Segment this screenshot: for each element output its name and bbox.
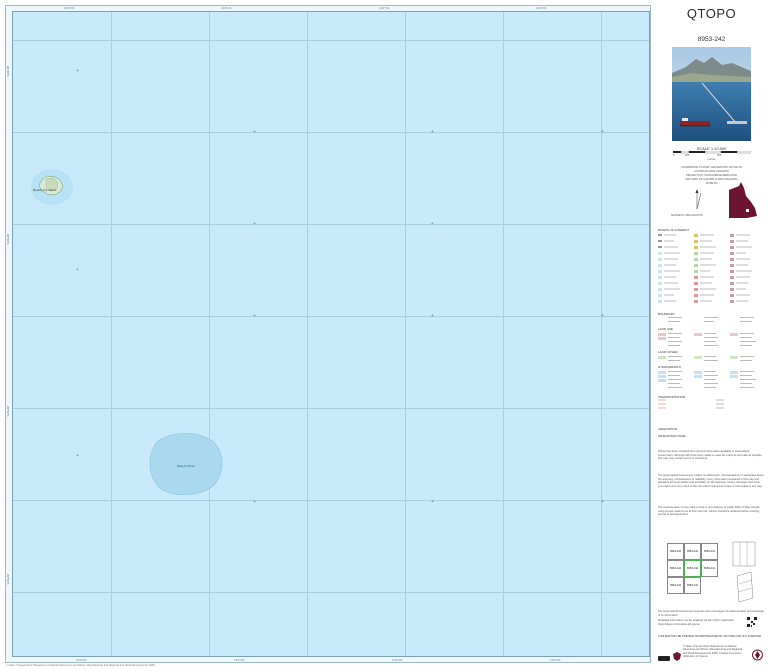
- grid-line: [13, 592, 649, 593]
- graticule-cross: +: [431, 313, 434, 319]
- legend-panel: QTOPO 8953-242 SCALE 1:10,000 0 200 600 …: [655, 0, 768, 671]
- copyright-text: © State of Queensland (Department of Nat…: [683, 645, 742, 658]
- projection-line: PROJECTION: TRANSVERSE MERCATOR: [685, 174, 738, 177]
- grid-line: [13, 408, 649, 409]
- top-tick: 149°2'E: [221, 6, 232, 10]
- bottom-tick: 149°4'E: [392, 658, 403, 662]
- qr-code-icon[interactable]: [747, 617, 757, 627]
- graticule-cross: +: [431, 499, 434, 505]
- grid-line: [111, 12, 112, 656]
- graticule-cross: +: [431, 221, 434, 227]
- projection-line: COORDINATE SYSTEM: GEOCENTRIC DATUM OF: [680, 166, 743, 169]
- left-tick: 20°52'S: [6, 406, 10, 417]
- index-tile[interactable]: 8953-244: [667, 577, 684, 594]
- print-note: THIS MAP MAY BE PRINTED OR REPRODUCED BY…: [658, 635, 762, 638]
- scale-unit: metres: [707, 158, 716, 161]
- graticule-cross: +: [76, 267, 79, 273]
- scale-number: 200: [685, 154, 690, 157]
- graticule-cross: +: [253, 221, 256, 227]
- scale-number: 0: [673, 154, 675, 157]
- disclaimer-paragraph: QTopo has been compiled from the best in…: [658, 450, 763, 461]
- index-tile[interactable]: 8953-243: [684, 543, 701, 560]
- graticule-cross: +: [253, 313, 256, 319]
- graticule-cross: +: [601, 313, 604, 319]
- legend-symbols-roads: [658, 234, 752, 303]
- queensland-locator-map: [729, 182, 757, 218]
- graticule-cross: +: [431, 129, 434, 135]
- graticule-cross: +: [76, 453, 79, 459]
- left-tick: 20°50'S: [6, 234, 10, 245]
- scale-number: 600: [717, 154, 722, 157]
- metadata-text[interactable]: Metadata information can be obtained via…: [658, 619, 738, 626]
- projection-line: AUSTRALIA 2020 (GDA2020): [694, 170, 729, 173]
- top-tick: 149°6'E: [536, 6, 547, 10]
- grid-line: [209, 12, 210, 656]
- declination-text: MAGNETIC DECLINATION: [671, 214, 703, 217]
- index-tile[interactable]: 8953-241: [684, 577, 701, 594]
- grid-line: [13, 500, 649, 501]
- index-tile-current[interactable]: 8953-242: [684, 560, 701, 577]
- grid-line: [405, 12, 406, 656]
- top-tick: 149°4'E: [379, 6, 390, 10]
- sea-area[interactable]: + + + + + + + + + + + + + + Round Top Is…: [12, 11, 650, 657]
- sheet-index: 8953-244 8953-243 8953-241 8953-244 8953…: [667, 543, 721, 597]
- map-footnote: © State of Queensland (Department of Nat…: [6, 664, 155, 667]
- bottom-tick: 149°6'E: [550, 658, 561, 662]
- legend-heading: VEGETATION: [658, 427, 677, 431]
- map-title: QTOPO: [686, 6, 737, 21]
- left-tick: 20°48'S: [6, 66, 10, 77]
- grid-line: [13, 40, 649, 41]
- graticule-cross: +: [253, 129, 256, 135]
- grid-line: [13, 316, 649, 317]
- index-tile[interactable]: 8953-244: [667, 560, 684, 577]
- north-arrow-icon: [695, 189, 702, 210]
- top-tick: 149°0'E: [64, 6, 75, 10]
- index-tile[interactable]: 8953-241: [701, 560, 718, 577]
- index-tile[interactable]: 8953-244: [667, 543, 684, 560]
- legend-heading: INFRASTRUCTURE: [658, 434, 686, 438]
- grid-line: [13, 224, 649, 225]
- island-label: Round Top Island: [33, 188, 57, 192]
- disclaimer-paragraph: The Queensland Government makes no state…: [658, 474, 764, 488]
- creative-commons-logo: [658, 656, 670, 661]
- queensland-crest-icon: [673, 652, 681, 661]
- graticule-cross: +: [253, 499, 256, 505]
- bottom-tick: 149°2'E: [234, 658, 245, 662]
- projection-line: MAP GRID OF AUSTRALIA 2020 (MGA2020): [685, 178, 738, 181]
- island[interactable]: [30, 167, 76, 207]
- index-tile[interactable]: 8953-241: [701, 543, 718, 560]
- grid-line: [503, 12, 504, 656]
- queensland-government-logo: [752, 649, 763, 661]
- shoal-label: Bakers Shoal: [177, 464, 195, 468]
- legend-symbols-landuse: [658, 317, 756, 409]
- folding-diagram: [732, 541, 756, 603]
- cover-photo: [672, 47, 751, 141]
- map-frame: + + + + + + + + + + + + + + Round Top Is…: [5, 5, 651, 663]
- grid-line: [307, 12, 308, 656]
- graticule-cross: +: [601, 129, 604, 135]
- graticule-cross: +: [601, 499, 604, 505]
- left-tick: 20°54'S: [6, 574, 10, 585]
- graticule-cross: +: [76, 68, 79, 74]
- grid-line: [13, 132, 649, 133]
- disclaimer-paragraph: The representation of any road or track …: [658, 506, 760, 517]
- bottom-tick: 149°0'E: [76, 658, 87, 662]
- grid-line: [601, 12, 602, 656]
- sheet-number: 8953-242: [697, 36, 726, 43]
